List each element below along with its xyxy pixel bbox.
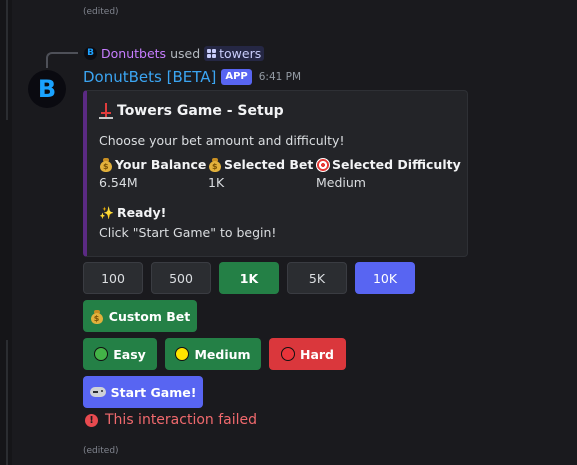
edited-label: (edited) xyxy=(83,7,119,17)
bet-10k-button[interactable]: 10K xyxy=(355,262,415,294)
field-value: 1K xyxy=(208,175,225,190)
bet-100-button[interactable]: 100 xyxy=(83,262,143,294)
error-icon: ! xyxy=(85,413,98,427)
button-label: 1K xyxy=(239,270,259,286)
button-label: Custom Bet xyxy=(108,308,191,324)
bot-avatar[interactable]: B xyxy=(28,70,66,108)
app-badge: APP xyxy=(221,69,252,85)
button-label: Medium xyxy=(194,346,251,362)
bet-5k-button[interactable]: 5K xyxy=(287,262,347,294)
discord-message-view: (edited) B Donutbets used towers B Donut… xyxy=(0,0,577,465)
field-selected-difficulty: Selected Difficulty Medium xyxy=(316,157,461,190)
game-setup-embed: Towers Game - Setup Choose your bet amou… xyxy=(83,90,468,257)
button-label: 500 xyxy=(169,270,193,286)
left-edge-divider xyxy=(6,340,8,465)
error-text: This interaction failed xyxy=(105,412,258,428)
button-label: 5K xyxy=(308,270,326,286)
button-label: 100 xyxy=(101,270,125,286)
custom-bet-button[interactable]: $ Custom Bet xyxy=(83,300,197,332)
user-mini-avatar[interactable]: B xyxy=(84,46,97,60)
target-icon xyxy=(316,157,330,172)
bot-avatar-logo: B xyxy=(37,75,57,103)
reply-spine xyxy=(46,52,78,68)
ready-heading: ✨ Ready! xyxy=(99,205,166,220)
difficulty-medium-button[interactable]: Medium xyxy=(165,338,261,370)
field-value: 6.54M xyxy=(99,175,138,190)
red-circle-icon xyxy=(280,347,295,361)
slash-command-icon xyxy=(207,48,217,58)
field-value: Medium xyxy=(316,175,366,190)
command-name: towers xyxy=(219,45,262,61)
used-label: used xyxy=(170,45,201,61)
embed-title: Towers Game - Setup xyxy=(99,103,284,119)
start-game-button[interactable]: Start Game! xyxy=(83,376,203,408)
bot-username[interactable]: DonutBets [BETA] xyxy=(83,68,216,86)
message-header: DonutBets [BETA] APP 6:41 PM xyxy=(83,67,301,87)
button-label: 10K xyxy=(372,270,398,286)
ready-title: Ready! xyxy=(116,205,167,220)
gamepad-icon xyxy=(89,387,106,397)
bet-1k-button[interactable]: 1K xyxy=(219,262,279,294)
green-circle-icon xyxy=(94,347,109,361)
field-selected-bet: $ Selected Bet 1K xyxy=(208,157,313,190)
button-label: Easy xyxy=(113,346,146,362)
edited-label: (edited) xyxy=(83,446,119,456)
left-edge-divider xyxy=(6,0,8,120)
ready-description: Click "Start Game" to begin! xyxy=(99,225,277,240)
command-user-name[interactable]: Donutbets xyxy=(101,46,166,61)
command-mention[interactable]: towers xyxy=(204,45,265,61)
field-balance: $ Your Balance 6.54M xyxy=(99,157,206,190)
command-usage-line: B Donutbets used towers xyxy=(84,45,265,61)
field-name: Your Balance xyxy=(115,157,207,172)
field-name: Selected Bet xyxy=(224,157,314,172)
tower-icon xyxy=(99,103,113,119)
yellow-circle-icon xyxy=(175,347,190,361)
interaction-failed-notice: ! This interaction failed xyxy=(85,412,257,428)
embed-title-text: Towers Game - Setup xyxy=(117,103,284,119)
money-bag-icon: $ xyxy=(208,157,222,172)
message-timestamp[interactable]: 6:41 PM xyxy=(259,71,301,83)
embed-description: Choose your bet amount and difficulty! xyxy=(99,133,345,148)
field-name: Selected Difficulty xyxy=(332,157,461,172)
difficulty-hard-button[interactable]: Hard xyxy=(269,338,346,370)
money-bag-icon: $ xyxy=(99,157,113,172)
bet-500-button[interactable]: 500 xyxy=(151,262,211,294)
sparkles-icon: ✨ xyxy=(99,205,114,220)
difficulty-easy-button[interactable]: Easy xyxy=(83,338,157,370)
button-label: Hard xyxy=(299,346,334,362)
button-label: Start Game! xyxy=(110,384,197,400)
money-bag-icon: $ xyxy=(90,309,104,324)
